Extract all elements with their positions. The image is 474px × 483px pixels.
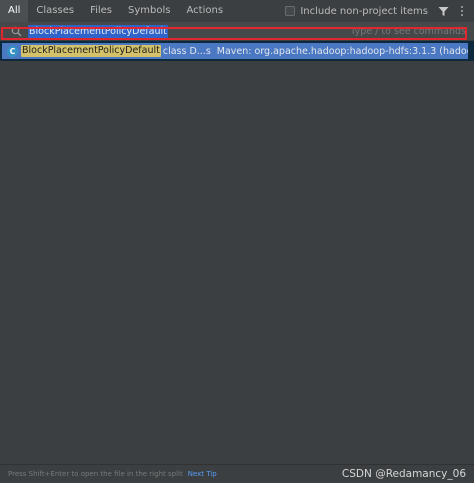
tab-bar: All Classes Files Symbols Actions Includ… (0, 0, 474, 22)
next-tip-link[interactable]: Next Tip (188, 470, 217, 478)
result-item[interactable]: C BlockPlacementPolicyDefault class D...… (0, 41, 474, 61)
include-non-project-checkbox[interactable] (285, 6, 296, 16)
filter-icon[interactable] (436, 4, 450, 18)
search-icon (10, 25, 22, 37)
result-item-name: BlockPlacementPolicyDefault (21, 45, 161, 57)
tab-files[interactable]: Files (82, 0, 120, 22)
result-item-location: Maven: org.apache.hadoop:hadoop-hdfs:3.1… (216, 45, 468, 57)
search-input-value: BlockPlacementPolicyDefault (28, 24, 168, 38)
include-non-project-label: Include non-project items (300, 5, 428, 17)
search-hint: Type / to see commands (350, 25, 466, 37)
search-row: BlockPlacementPolicyDefault Type / to se… (0, 22, 474, 40)
tab-actions[interactable]: Actions (179, 0, 232, 22)
watermark: CSDN @Redamancy_06 (341, 468, 466, 480)
footer-bar: Press Shift+Enter to open the file in th… (0, 464, 474, 483)
search-input[interactable]: BlockPlacementPolicyDefault (28, 24, 350, 38)
result-item-selection[interactable]: C BlockPlacementPolicyDefault class D...… (2, 43, 468, 59)
search-everywhere-popup: All Classes Files Symbols Actions Includ… (0, 0, 474, 483)
include-non-project-option[interactable]: Include non-project items (285, 0, 428, 22)
footer-hint: Press Shift+Enter to open the file in th… (8, 470, 183, 478)
results-list: C BlockPlacementPolicyDefault class D...… (0, 40, 474, 464)
class-icon: C (7, 45, 18, 57)
tab-symbols[interactable]: Symbols (120, 0, 178, 22)
tab-classes[interactable]: Classes (28, 0, 82, 22)
tab-all[interactable]: All (0, 0, 29, 22)
result-item-kind: class D...s (162, 45, 211, 57)
more-vertical-icon[interactable] (456, 4, 468, 18)
